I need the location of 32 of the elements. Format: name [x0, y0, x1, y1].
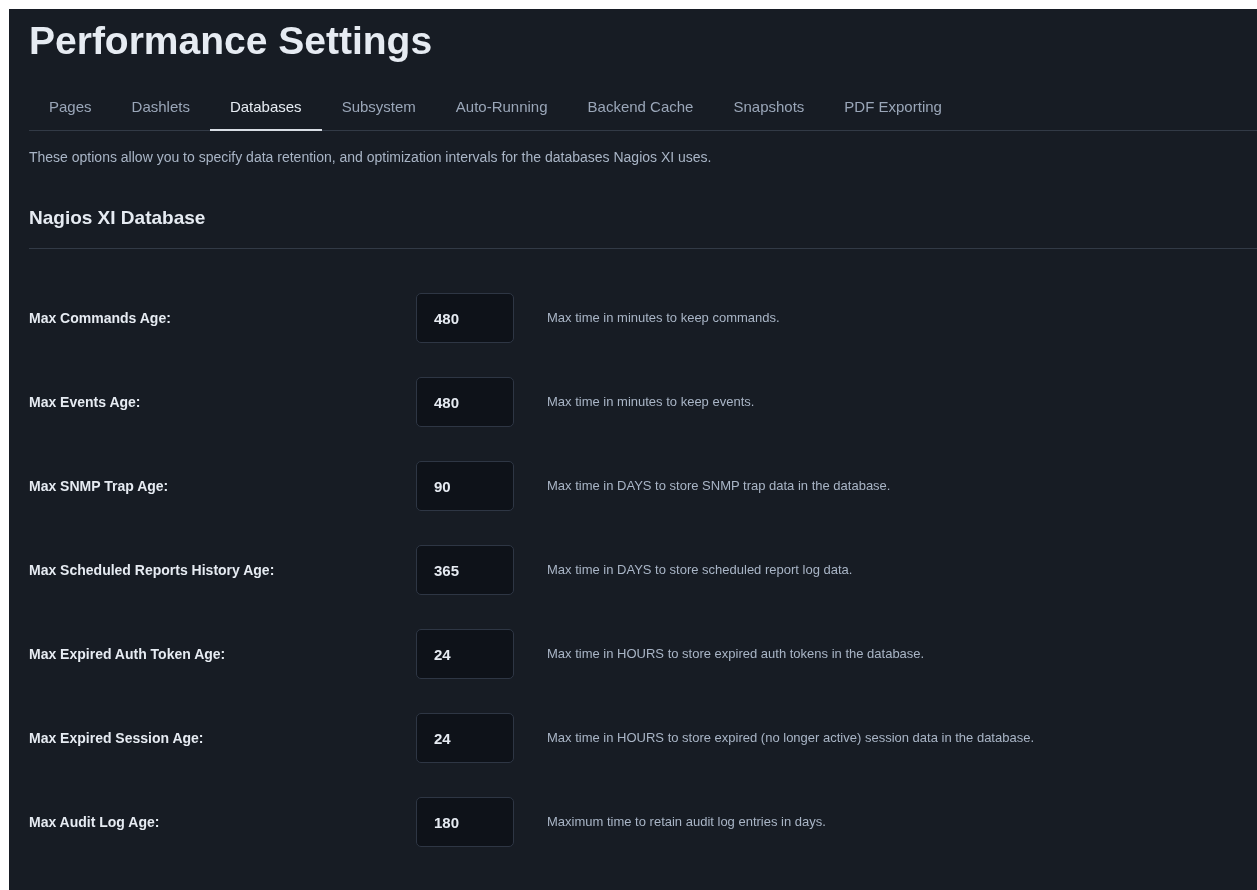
- help-text: Maximum time to retain audit log entries in days.: [547, 813, 826, 832]
- setting-label: Max Events Age:: [29, 392, 142, 412]
- input-field[interactable]: 90: [416, 461, 514, 511]
- help-text: Max time in DAYS to store scheduled report log data.: [547, 561, 853, 580]
- help-text: Max time in HOURS to store expired (no longer active) session data in the database.: [547, 729, 1035, 748]
- page-title: Performance Settings: [29, 21, 433, 60]
- input-field[interactable]: 24: [416, 629, 514, 679]
- input-field[interactable]: 480: [416, 377, 514, 427]
- input-field[interactable]: 180: [416, 797, 514, 847]
- help-text: Max time in HOURS to store expired auth tokens in the database.: [547, 645, 925, 664]
- setting-label: Max Expired Session Age:: [29, 728, 205, 748]
- setting-label: Max Expired Auth Token Age:: [29, 644, 227, 664]
- setting-label: Max Scheduled Reports History Age:: [29, 560, 276, 580]
- input-field[interactable]: 480: [416, 293, 514, 343]
- input-field[interactable]: 365: [416, 545, 514, 595]
- tab[interactable]: Databases: [209, 96, 322, 131]
- tab[interactable]: Auto-Running: [435, 96, 568, 131]
- description: These options allow you to specify data retention, and optimization intervals for the databases Nagios XI uses.: [29, 147, 712, 167]
- setting-label: Max SNMP Trap Age:: [29, 476, 170, 496]
- input-field[interactable]: 24: [416, 713, 514, 763]
- tab[interactable]: Dashlets: [111, 96, 210, 131]
- setting-label: Max Commands Age:: [29, 308, 172, 328]
- help-text: Max time in minutes to keep commands.: [547, 309, 780, 328]
- tab[interactable]: PDF Exporting: [824, 96, 962, 131]
- setting-label: Max Audit Log Age:: [29, 812, 161, 832]
- help-text: Max time in DAYS to store SNMP trap data in the database.: [547, 477, 891, 496]
- tab[interactable]: Subsystem: [321, 96, 436, 131]
- tab[interactable]: Backend Cache: [567, 96, 714, 131]
- tab[interactable]: Pages: [29, 96, 112, 131]
- tab[interactable]: Snapshots: [713, 96, 825, 131]
- section-title: Nagios XI Database: [29, 205, 206, 230]
- help-text: Max time in minutes to keep events.: [547, 393, 755, 412]
